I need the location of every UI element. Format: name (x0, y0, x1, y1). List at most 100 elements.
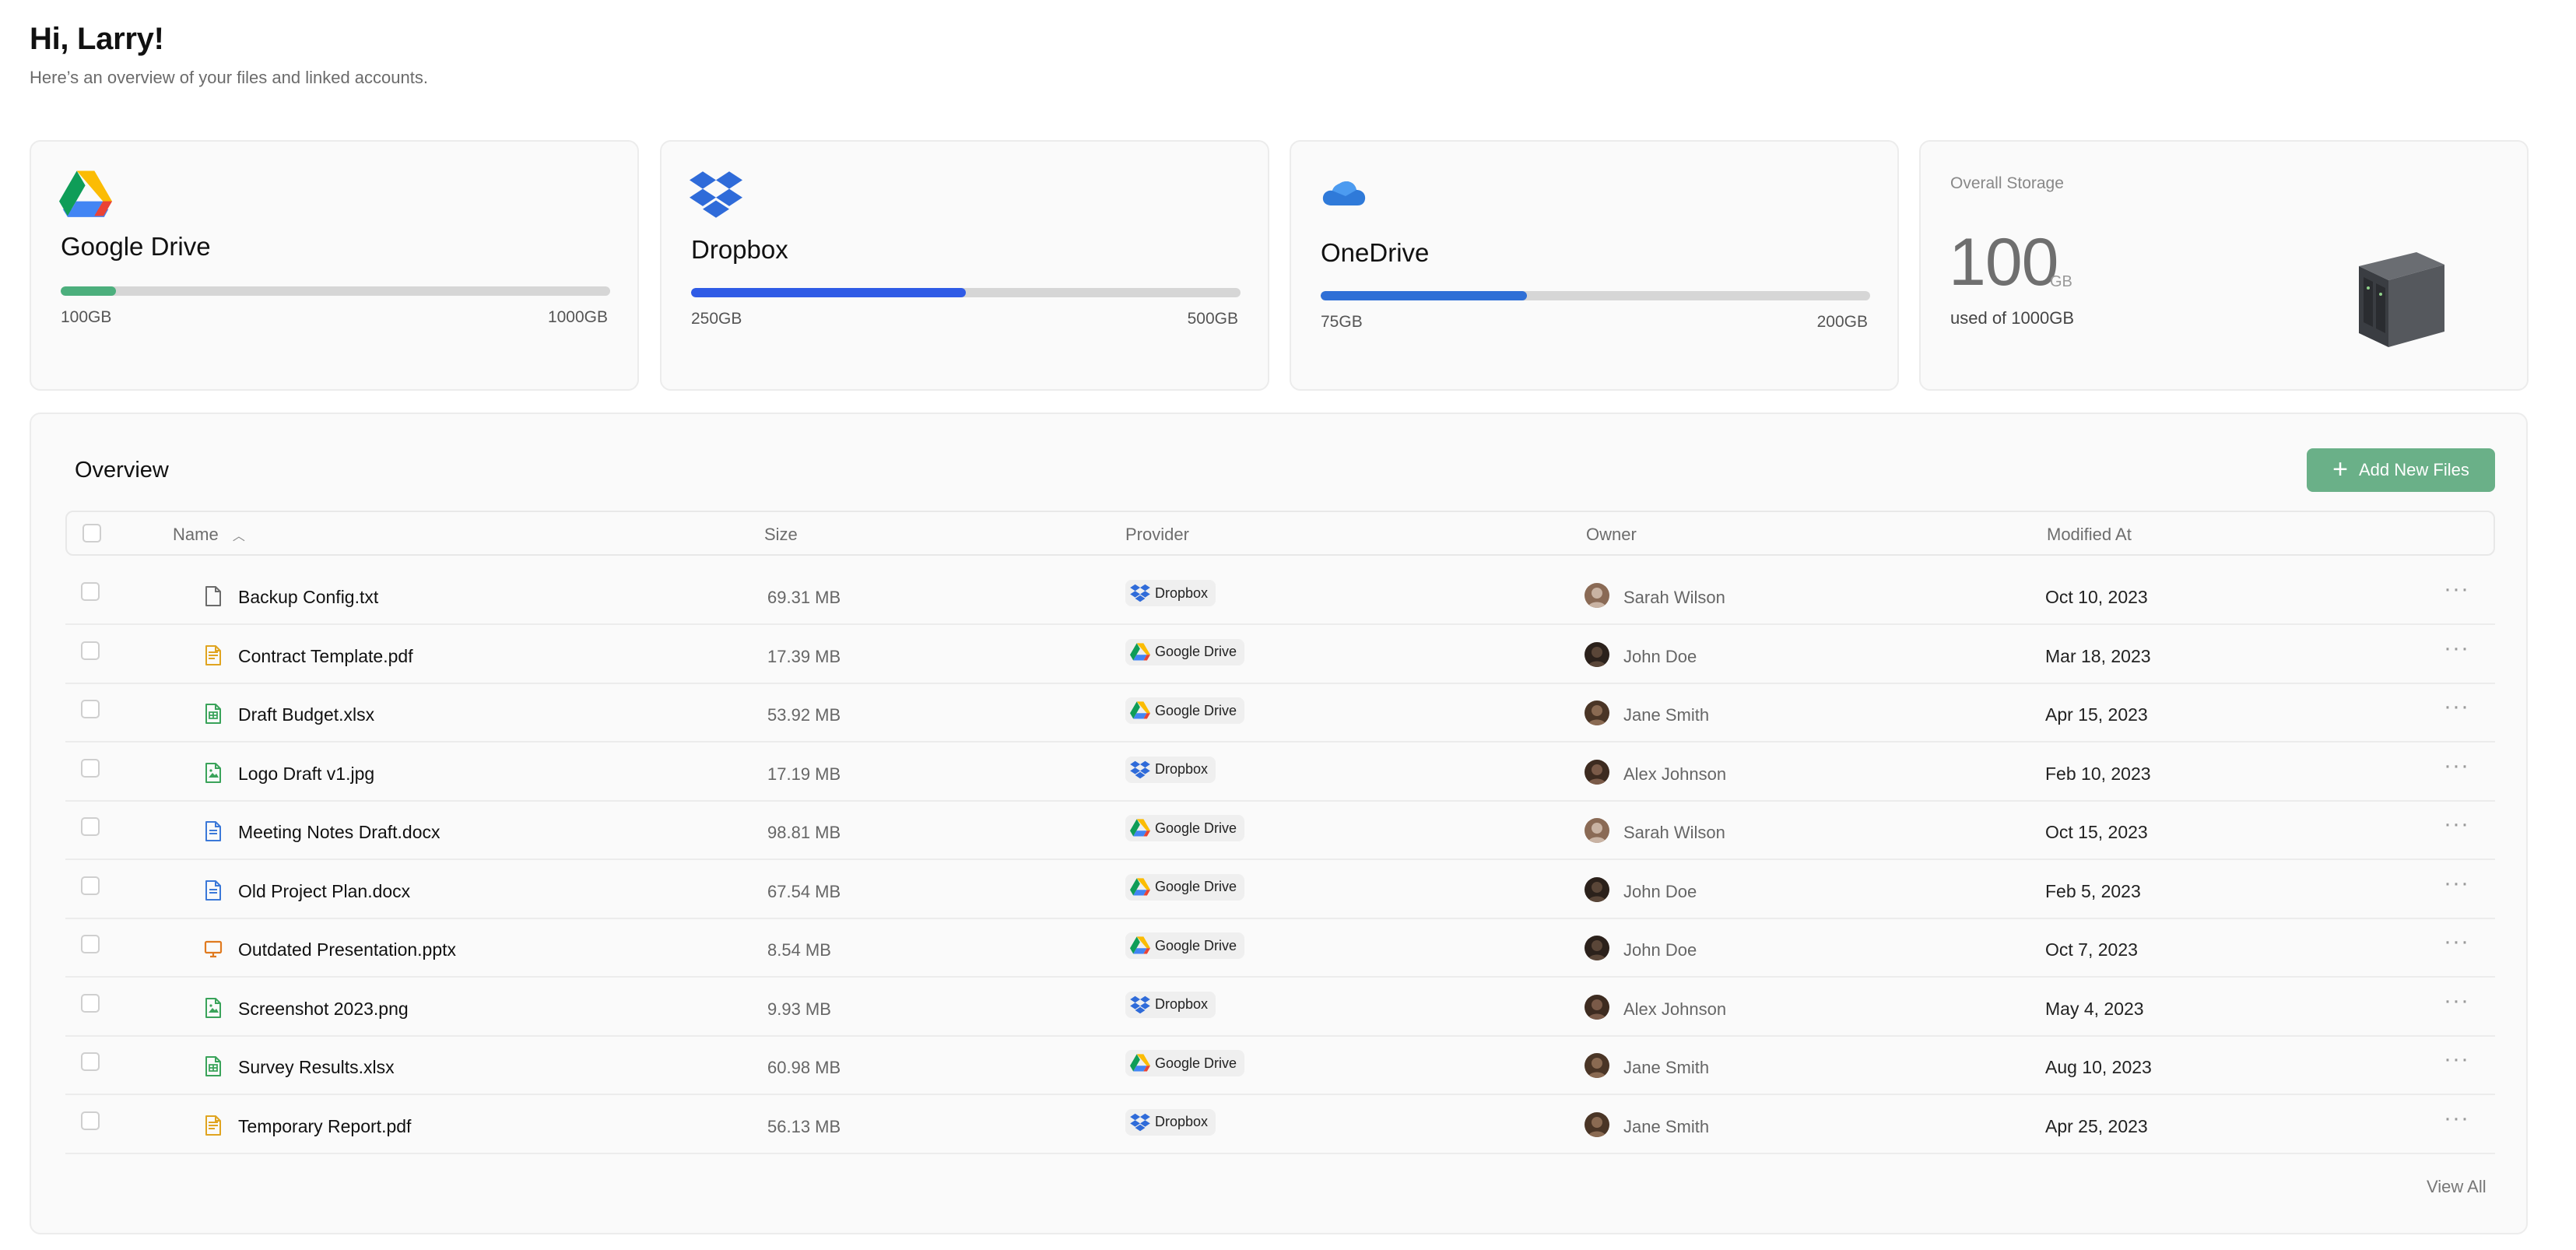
row-checkbox[interactable] (81, 641, 100, 660)
provider-name: Dropbox (1155, 1114, 1209, 1129)
table-row[interactable]: Screenshot 2023.png 9.93 MB Dropbox Alex Jo… (65, 978, 2495, 1037)
file-name[interactable]: Logo Draft v1.jpg (238, 764, 374, 785)
google-drive-icon (1130, 701, 1150, 719)
storage-amount: 100 (1949, 225, 2058, 300)
nas-server-icon (2359, 252, 2444, 347)
avatar (1585, 759, 1609, 785)
more-actions-icon[interactable]: ··· (2444, 1105, 2469, 1132)
avatar (1585, 994, 1609, 1020)
provider-name: Google Drive (1155, 1055, 1237, 1071)
column-header-modified[interactable]: Modified At (2047, 525, 2132, 545)
page-subtitle: Here’s an overview of your files and lin… (30, 68, 428, 87)
more-actions-icon[interactable]: ··· (2444, 811, 2469, 837)
row-checkbox[interactable] (81, 993, 100, 1013)
dropbox-icon (1130, 760, 1150, 778)
provider-name: Google Drive (1155, 879, 1237, 894)
dropbox-icon (1130, 584, 1150, 602)
more-actions-icon[interactable]: ··· (2444, 753, 2469, 779)
google-drive-icon (1130, 819, 1150, 837)
modified-date: Oct 7, 2023 (2045, 939, 2138, 960)
dropbox-icon (690, 171, 742, 218)
file-size: 60.98 MB (767, 1058, 841, 1077)
more-actions-icon[interactable]: ··· (2444, 929, 2469, 955)
column-header-size[interactable]: Size (764, 525, 798, 545)
provider-badge: Dropbox (1125, 580, 1216, 606)
column-header-provider[interactable]: Provider (1125, 525, 1189, 545)
onedrive-card[interactable]: OneDrive 75GB 200GB (1290, 140, 1899, 391)
table-row[interactable]: Contract Template.pdf 17.39 MB Google Driv… (65, 626, 2495, 684)
table-row[interactable]: Backup Config.txt 69.31 MB Dropbox Sarah Wi… (65, 567, 2495, 625)
file-name[interactable]: Temporary Report.pdf (238, 1116, 411, 1137)
row-checkbox[interactable] (81, 582, 100, 601)
account-name: Dropbox (691, 235, 788, 264)
document-file-icon (204, 820, 223, 842)
table-row[interactable]: Draft Budget.xlsx 53.92 MB Google Drive Jan… (65, 684, 2495, 743)
total-label: 200GB (1816, 313, 1868, 331)
row-checkbox[interactable] (81, 1052, 100, 1071)
table-row[interactable]: Logo Draft v1.jpg 17.19 MB Dropbox Alex Joh… (65, 743, 2495, 802)
table-row[interactable]: Temporary Report.pdf 56.13 MB Dropbox Jane … (65, 1096, 2495, 1154)
table-row[interactable]: Meeting Notes Draft.docx 98.81 MB Google D… (65, 802, 2495, 860)
image-file-icon (204, 997, 223, 1019)
modified-date: Apr 25, 2023 (2045, 1115, 2148, 1136)
table-row[interactable]: Survey Results.xlsx 60.98 MB Google Drive J… (65, 1037, 2495, 1095)
google-drive-icon (1130, 877, 1150, 895)
view-all-link[interactable]: View All (2427, 1177, 2487, 1197)
select-all-checkbox[interactable] (82, 524, 101, 542)
more-actions-icon[interactable]: ··· (2444, 693, 2469, 720)
column-header-name[interactable]: Name ︿ (173, 525, 245, 545)
overview-panel: Overview + Add New Files Name ︿ Size Pro… (30, 413, 2528, 1234)
file-name[interactable]: Old Project Plan.docx (238, 881, 410, 902)
google-drive-card[interactable]: Google Drive 100GB 1000GB (30, 140, 639, 391)
storage-progress-bar (1321, 291, 1870, 300)
provider-name: Dropbox (1155, 761, 1209, 777)
storage-title: Overall Storage (1950, 174, 2064, 192)
file-size: 69.31 MB (767, 588, 841, 607)
avatar (1585, 818, 1609, 843)
owner-name: Sarah Wilson (1623, 588, 1725, 607)
more-actions-icon[interactable]: ··· (2444, 635, 2469, 662)
file-size: 17.19 MB (767, 764, 841, 784)
file-name[interactable]: Meeting Notes Draft.docx (238, 822, 440, 843)
google-drive-icon (1130, 1054, 1150, 1072)
provider-name: Dropbox (1155, 585, 1209, 601)
row-checkbox[interactable] (81, 817, 100, 836)
file-name[interactable]: Contract Template.pdf (238, 646, 413, 667)
provider-name: Dropbox (1155, 996, 1209, 1012)
file-name[interactable]: Backup Config.txt (238, 587, 378, 608)
dropbox-card[interactable]: Dropbox 250GB 500GB (660, 140, 1269, 391)
presentation-file-icon (204, 938, 223, 960)
provider-name: Google Drive (1155, 702, 1237, 718)
more-actions-icon[interactable]: ··· (2444, 576, 2469, 602)
used-label: 100GB (61, 308, 112, 326)
storage-unit: GB (2050, 273, 2072, 290)
more-actions-icon[interactable]: ··· (2444, 1046, 2469, 1073)
total-label: 500GB (1187, 310, 1238, 328)
greeting-section: Hi, Larry! Here’s an overview of your fi… (30, 22, 428, 88)
storage-progress-fill (691, 288, 966, 297)
account-name: OneDrive (1321, 238, 1430, 267)
row-checkbox[interactable] (81, 935, 100, 953)
more-actions-icon[interactable]: ··· (2444, 988, 2469, 1014)
account-name: Google Drive (61, 232, 211, 261)
file-name[interactable]: Survey Results.xlsx (238, 1057, 395, 1078)
row-checkbox[interactable] (81, 758, 100, 778)
file-name[interactable]: Outdated Presentation.pptx (238, 939, 456, 960)
storage-used-text: used of 1000GB (1950, 308, 2075, 328)
file-name[interactable]: Screenshot 2023.png (238, 999, 409, 1020)
add-new-files-button[interactable]: + Add New Files (2307, 448, 2495, 492)
table-row[interactable]: Outdated Presentation.pptx 8.54 MB Google … (65, 919, 2495, 978)
row-checkbox[interactable] (81, 876, 100, 895)
provider-badge: Dropbox (1125, 1108, 1216, 1136)
column-header-owner[interactable]: Owner (1586, 525, 1637, 545)
table-row[interactable]: Old Project Plan.docx 67.54 MB Google Driv… (65, 861, 2495, 919)
owner-name: Jane Smith (1623, 1058, 1710, 1077)
more-actions-icon[interactable]: ··· (2444, 870, 2469, 897)
spreadsheet-file-icon (204, 703, 223, 725)
file-name[interactable]: Draft Budget.xlsx (238, 704, 374, 725)
file-size: 53.92 MB (767, 705, 841, 725)
row-checkbox[interactable] (81, 700, 100, 718)
owner-name: Alex Johnson (1623, 764, 1727, 784)
row-checkbox[interactable] (81, 1111, 100, 1130)
modified-date: Mar 18, 2023 (2045, 645, 2151, 666)
